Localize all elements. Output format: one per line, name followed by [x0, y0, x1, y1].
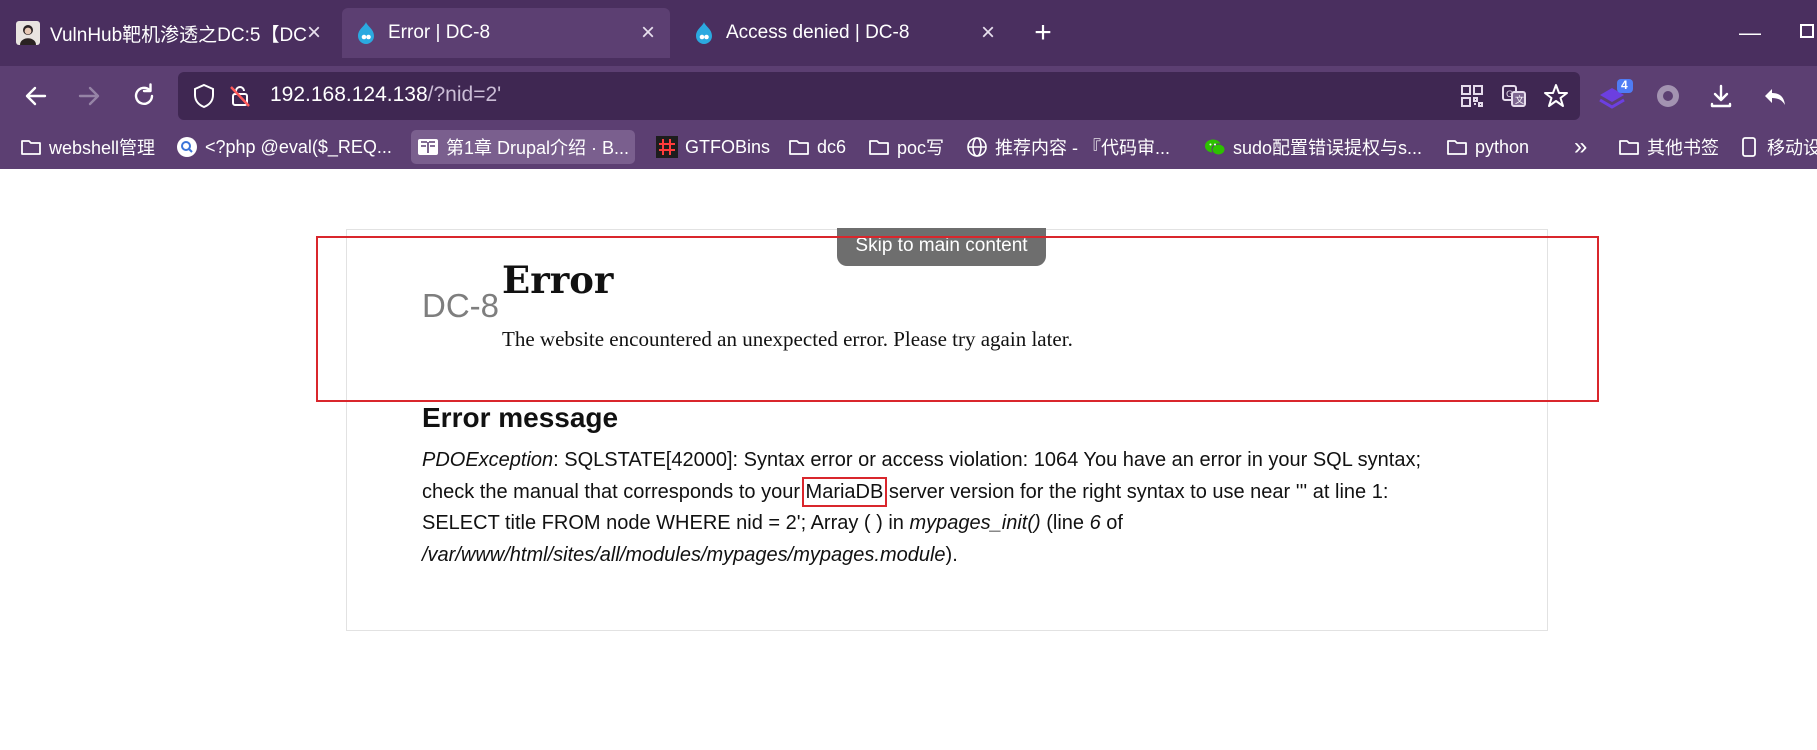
wechat-icon [1204, 136, 1226, 158]
back-arrow-icon[interactable] [19, 79, 53, 113]
tab-title: Access denied | DC-8 [726, 22, 910, 43]
folder-icon [788, 136, 810, 158]
line-prefix: (line [1040, 512, 1090, 534]
bookmark-other[interactable]: 其他书签 [1612, 130, 1725, 164]
mobile-device-icon [1738, 136, 1760, 158]
reload-icon[interactable] [127, 79, 161, 113]
bookmark-label: poc写 [897, 138, 945, 158]
translate-icon[interactable]: G文 [1500, 82, 1528, 110]
bookmark-label: 推荐内容 - 『代码审... [995, 138, 1170, 158]
bookmark-sudo[interactable]: sudo配置错误提权与s... [1198, 130, 1428, 164]
message-end: ). [945, 543, 958, 566]
bookmark-python[interactable]: python [1440, 130, 1535, 164]
search-favicon-icon [176, 136, 198, 158]
close-tab-icon[interactable]: × [976, 21, 1000, 45]
url-path: /?nid=2' [427, 83, 502, 106]
folder-icon [1446, 136, 1468, 158]
bookmark-drupal-chapter[interactable]: 第1章 Drupal介绍 · B... [411, 130, 636, 164]
extension-badge: 4 [1621, 78, 1628, 92]
bookmark-mobile[interactable]: 移动设备 [1732, 130, 1817, 164]
bookmark-php-eval[interactable]: <?php @eval($_REQ... [170, 130, 398, 164]
forward-arrow-icon[interactable] [72, 79, 106, 113]
bookmark-label: 其他书签 [1647, 138, 1719, 158]
tab-strip: VulnHub靶机渗透之DC:5【DC × Error | DC-8 × Acc… [0, 0, 1817, 66]
address-bar[interactable]: 192.168.124.138/?nid=2' G文 [178, 72, 1580, 120]
bookmark-label: sudo配置错误提权与s... [1233, 138, 1423, 158]
url-text[interactable]: 192.168.124.138/?nid=2' [270, 83, 501, 107]
line-number: 6 [1089, 512, 1101, 534]
svg-text:文: 文 [1515, 94, 1524, 106]
close-tab-icon[interactable]: × [636, 21, 660, 45]
bookmarks-bar: webshell管理 <?php @eval($_REQ... 第1章 Drup… [0, 126, 1817, 169]
bookmark-webshell[interactable]: webshell管理 [14, 130, 161, 164]
svg-text:G: G [1506, 90, 1513, 100]
share-arrow-icon[interactable] [1758, 79, 1792, 113]
site-name-link[interactable]: DC-8 [422, 287, 499, 325]
function-name: mypages_init() [909, 512, 1041, 534]
star-icon[interactable] [1542, 82, 1570, 110]
hash-favicon-icon [656, 136, 678, 158]
of-text: of [1100, 512, 1123, 534]
navigation-toolbar: 192.168.124.138/?nid=2' G文 4 [0, 66, 1817, 126]
skip-to-main-content-link[interactable]: Skip to main content [837, 228, 1046, 266]
bookmark-label: GTFOBins [685, 136, 771, 157]
download-icon[interactable] [1704, 79, 1738, 113]
bookmark-poc[interactable]: poc写 [862, 130, 950, 164]
shield-icon[interactable] [190, 82, 218, 110]
bookmark-label: python [1475, 136, 1530, 157]
drupal-favicon-icon [354, 21, 378, 45]
avatar-favicon-icon [16, 21, 40, 45]
new-tab-plus-icon[interactable]: + [1028, 15, 1058, 51]
extension-icon[interactable]: 4 [1596, 78, 1633, 113]
tab-title: Error | DC-8 [388, 22, 491, 43]
bookmark-dc6[interactable]: dc6 [782, 130, 852, 164]
folder-icon [1618, 136, 1640, 158]
bookmark-recommended[interactable]: 推荐内容 - 『代码审... [960, 130, 1176, 164]
folder-icon [868, 136, 890, 158]
module-path: /var/www/html/sites/all/modules/mypages/… [422, 543, 946, 566]
tab-vulnhub-dc5[interactable]: VulnHub靶机渗透之DC:5【DC × [4, 8, 336, 58]
bookmark-label: 移动设备 [1767, 138, 1817, 158]
bookmark-label: webshell管理 [49, 138, 156, 158]
mariadb-highlight: MariaDB [801, 476, 888, 507]
close-tab-icon[interactable]: × [302, 21, 326, 45]
tab-error-dc8[interactable]: Error | DC-8 × [342, 8, 670, 58]
record-circle-icon[interactable] [1651, 79, 1685, 113]
book-icon [417, 136, 439, 158]
tab-title: VulnHub靶机渗透之DC:5【DC [50, 24, 307, 46]
globe-icon [966, 136, 988, 158]
error-message-heading: Error message [422, 402, 619, 433]
exception-type: PDOException [422, 449, 554, 471]
browser-chrome: VulnHub靶机渗透之DC:5【DC × Error | DC-8 × Acc… [0, 0, 1817, 169]
bookmark-label: dc6 [817, 136, 847, 157]
folder-icon [20, 136, 42, 158]
minimize-window-icon[interactable]: — [1735, 18, 1765, 48]
bookmark-label: 第1章 Drupal介绍 · B... [446, 138, 630, 158]
url-host: 192.168.124.138 [270, 83, 428, 106]
error-message-text: PDOException: SQLSTATE[42000]: Syntax er… [422, 445, 1462, 571]
not-secure-icon[interactable] [226, 82, 254, 110]
page-title: Error [502, 258, 614, 302]
bookmark-label: <?php @eval($_REQ... [205, 136, 392, 157]
qr-code-icon[interactable] [1458, 82, 1486, 110]
error-description: The website encountered an unexpected er… [502, 327, 1073, 351]
more-bookmarks-chevron-icon[interactable]: » [1568, 130, 1593, 164]
drupal-favicon-icon [692, 21, 716, 45]
bookmark-gtfobins[interactable]: GTFOBins [650, 130, 776, 164]
restore-window-icon[interactable] [1800, 24, 1814, 38]
tab-access-denied-dc8[interactable]: Access denied | DC-8 × [680, 8, 1010, 58]
